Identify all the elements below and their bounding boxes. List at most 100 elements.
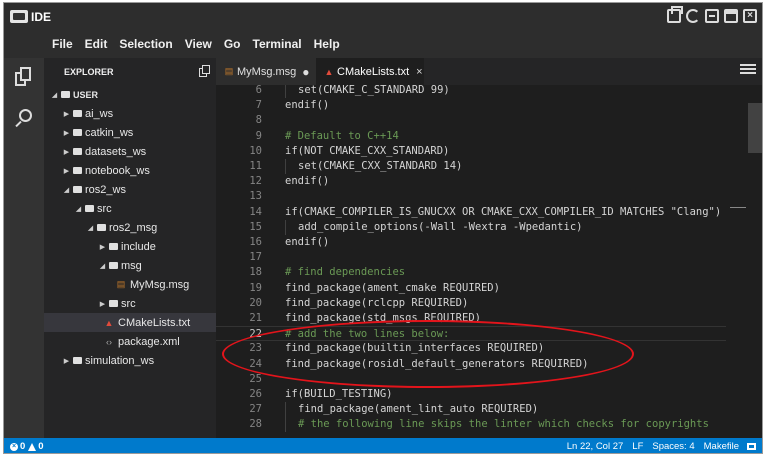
tree-folder[interactable]: ◢ ros2_msg: [44, 218, 216, 237]
line-ending[interactable]: LF: [632, 441, 643, 452]
xml-file-icon: ‹›: [106, 336, 112, 347]
line-number: 9: [255, 129, 262, 142]
menu-go[interactable]: Go: [224, 37, 241, 51]
code-line[interactable]: 20 find_package(rclcpp REQUIRED): [216, 296, 726, 311]
code-line[interactable]: 16 endif(): [216, 235, 726, 250]
code-line[interactable]: 19 find_package(ament_cmake REQUIRED): [216, 281, 726, 296]
close-window-icon[interactable]: ×: [743, 9, 757, 23]
menu-terminal[interactable]: Terminal: [253, 37, 302, 51]
cursor-position[interactable]: Ln 22, Col 27: [567, 441, 624, 452]
folder-icon: [109, 262, 118, 269]
code-text: endif(): [285, 99, 330, 112]
chevron-right-icon[interactable]: ▶: [62, 167, 71, 175]
code-line[interactable]: 9 # Default to C++14: [216, 129, 726, 144]
list-icon[interactable]: [740, 64, 756, 76]
code-line[interactable]: 28 # the following line skips the linter …: [216, 417, 726, 433]
code-editor[interactable]: 6 set(CMAKE_C_STANDARD 99) 7 endif() 8 9 # Def…: [216, 85, 762, 438]
code-text: find_package(ament_lint_auto REQUIRED): [298, 403, 539, 416]
menu-selection[interactable]: Selection: [119, 37, 172, 51]
refresh-icon[interactable]: [686, 9, 700, 23]
code-line[interactable]: 7 endif(): [216, 98, 726, 113]
menu-view[interactable]: View: [185, 37, 212, 51]
code-line[interactable]: 6 set(CMAKE_C_STANDARD 99): [216, 85, 726, 98]
notifications-icon[interactable]: [747, 443, 756, 450]
tree-folder[interactable]: ▶ include: [44, 237, 216, 256]
editor-scrollbar[interactable]: [748, 85, 762, 438]
folder-icon: [97, 224, 106, 231]
code-line[interactable]: 13: [216, 189, 726, 204]
tree-folder[interactable]: ▶ notebook_ws: [44, 161, 216, 180]
tab-label: CMakeLists.txt: [337, 65, 410, 78]
code-line[interactable]: 14 if(CMAKE_COMPILER_IS_GNUCXX OR CMAKE_C…: [216, 205, 726, 220]
minimize-icon[interactable]: [705, 9, 719, 23]
folder-icon: [109, 243, 118, 250]
tree-folder[interactable]: ▶ ai_ws: [44, 104, 216, 123]
tree-label: simulation_ws: [85, 354, 155, 367]
explorer-sidebar: EXPLORER ◢ USER ▶ ai_ws ▶ catkin_ws ▶ datasets_…: [44, 58, 216, 438]
chevron-down-icon[interactable]: ◢: [50, 91, 59, 99]
window-controls: ×: [667, 6, 757, 23]
problems-indicator[interactable]: × 0 0: [4, 441, 44, 452]
code-text: endif(): [285, 175, 330, 188]
search-icon[interactable]: [13, 108, 35, 130]
msg-file-icon: ▤: [116, 279, 126, 289]
code-line[interactable]: 11 set(CMAKE_CXX_STANDARD 14): [216, 159, 726, 174]
chevron-down-icon[interactable]: ◢: [74, 205, 83, 213]
folder-icon: [73, 129, 82, 136]
chevron-right-icon[interactable]: ▶: [98, 243, 107, 251]
indentation[interactable]: Spaces: 4: [652, 441, 694, 452]
language-mode[interactable]: Makefile: [704, 441, 739, 452]
tree-file[interactable]: ▲ CMakeLists.txt: [44, 313, 216, 332]
indent-guide: [285, 85, 286, 98]
tree-folder[interactable]: ◢ src: [44, 199, 216, 218]
menu-edit[interactable]: Edit: [85, 37, 108, 51]
tree-label: package.xml: [118, 335, 180, 348]
code-line[interactable]: 8: [216, 113, 726, 128]
chevron-right-icon[interactable]: ▶: [62, 110, 71, 118]
tree-folder[interactable]: ▶ src: [44, 294, 216, 313]
menu-help[interactable]: Help: [314, 37, 340, 51]
tree-label: include: [121, 240, 156, 253]
tree-folder[interactable]: ▶ catkin_ws: [44, 123, 216, 142]
line-number: 19: [249, 281, 262, 294]
line-number: 26: [249, 388, 262, 400]
code-text: find_package(ament_cmake REQUIRED): [285, 281, 500, 294]
scrollbar-thumb[interactable]: [748, 103, 762, 153]
chevron-down-icon[interactable]: ◢: [86, 224, 95, 232]
tree-folder[interactable]: ▶ simulation_ws: [44, 351, 216, 370]
chevron-right-icon[interactable]: ▶: [62, 148, 71, 156]
code-line[interactable]: 26 if(BUILD_TESTING): [216, 387, 726, 402]
line-number: 21: [249, 312, 262, 324]
explorer-files-icon[interactable]: [13, 66, 35, 88]
code-line[interactable]: 18 # find dependencies: [216, 265, 726, 280]
code-line[interactable]: 15 add_compile_options(-Wall -Wextra -Wpe…: [216, 219, 726, 235]
tree-root[interactable]: ◢ USER: [44, 85, 216, 104]
chevron-down-icon[interactable]: ◢: [98, 262, 107, 270]
collapse-folders-icon[interactable]: [199, 65, 210, 77]
tree-file[interactable]: ‹› package.xml: [44, 332, 216, 351]
code-text: # Default to C++14: [285, 129, 399, 142]
menu-file[interactable]: File: [52, 37, 73, 51]
chevron-right-icon[interactable]: ▶: [62, 357, 71, 365]
restore-window-icon[interactable]: [667, 6, 683, 23]
tree-folder[interactable]: ◢ ros2_ws: [44, 180, 216, 199]
code-line[interactable]: 27 find_package(ament_lint_auto REQUIRED): [216, 402, 726, 418]
chevron-right-icon[interactable]: ▶: [98, 300, 107, 308]
code-line[interactable]: 10 if(NOT CMAKE_CXX_STANDARD): [216, 144, 726, 159]
tree-folder[interactable]: ◢ msg: [44, 256, 216, 275]
chevron-down-icon[interactable]: ◢: [62, 186, 71, 194]
code-line[interactable]: 12 endif(): [216, 174, 726, 189]
maximize-icon[interactable]: [724, 9, 738, 23]
tab-mymsg[interactable]: ▤ MyMsg.msg ●: [216, 58, 316, 85]
folder-icon: [73, 186, 82, 193]
code-line[interactable]: 17: [216, 250, 726, 265]
tab-cmakelists[interactable]: ▲ CMakeLists.txt ×: [316, 58, 424, 85]
chevron-right-icon[interactable]: ▶: [62, 129, 71, 137]
code-text: set(CMAKE_C_STANDARD 99): [298, 85, 450, 96]
unsaved-dot-icon[interactable]: ●: [302, 65, 309, 79]
tree-folder[interactable]: ▶ datasets_ws: [44, 142, 216, 161]
tree-file[interactable]: ▤ MyMsg.msg: [44, 275, 216, 294]
close-tab-icon[interactable]: ×: [416, 66, 422, 78]
file-tree: ◢ USER ▶ ai_ws ▶ catkin_ws ▶ datasets_ws ▶ notebo…: [44, 85, 216, 370]
line-number: 10: [249, 144, 262, 157]
